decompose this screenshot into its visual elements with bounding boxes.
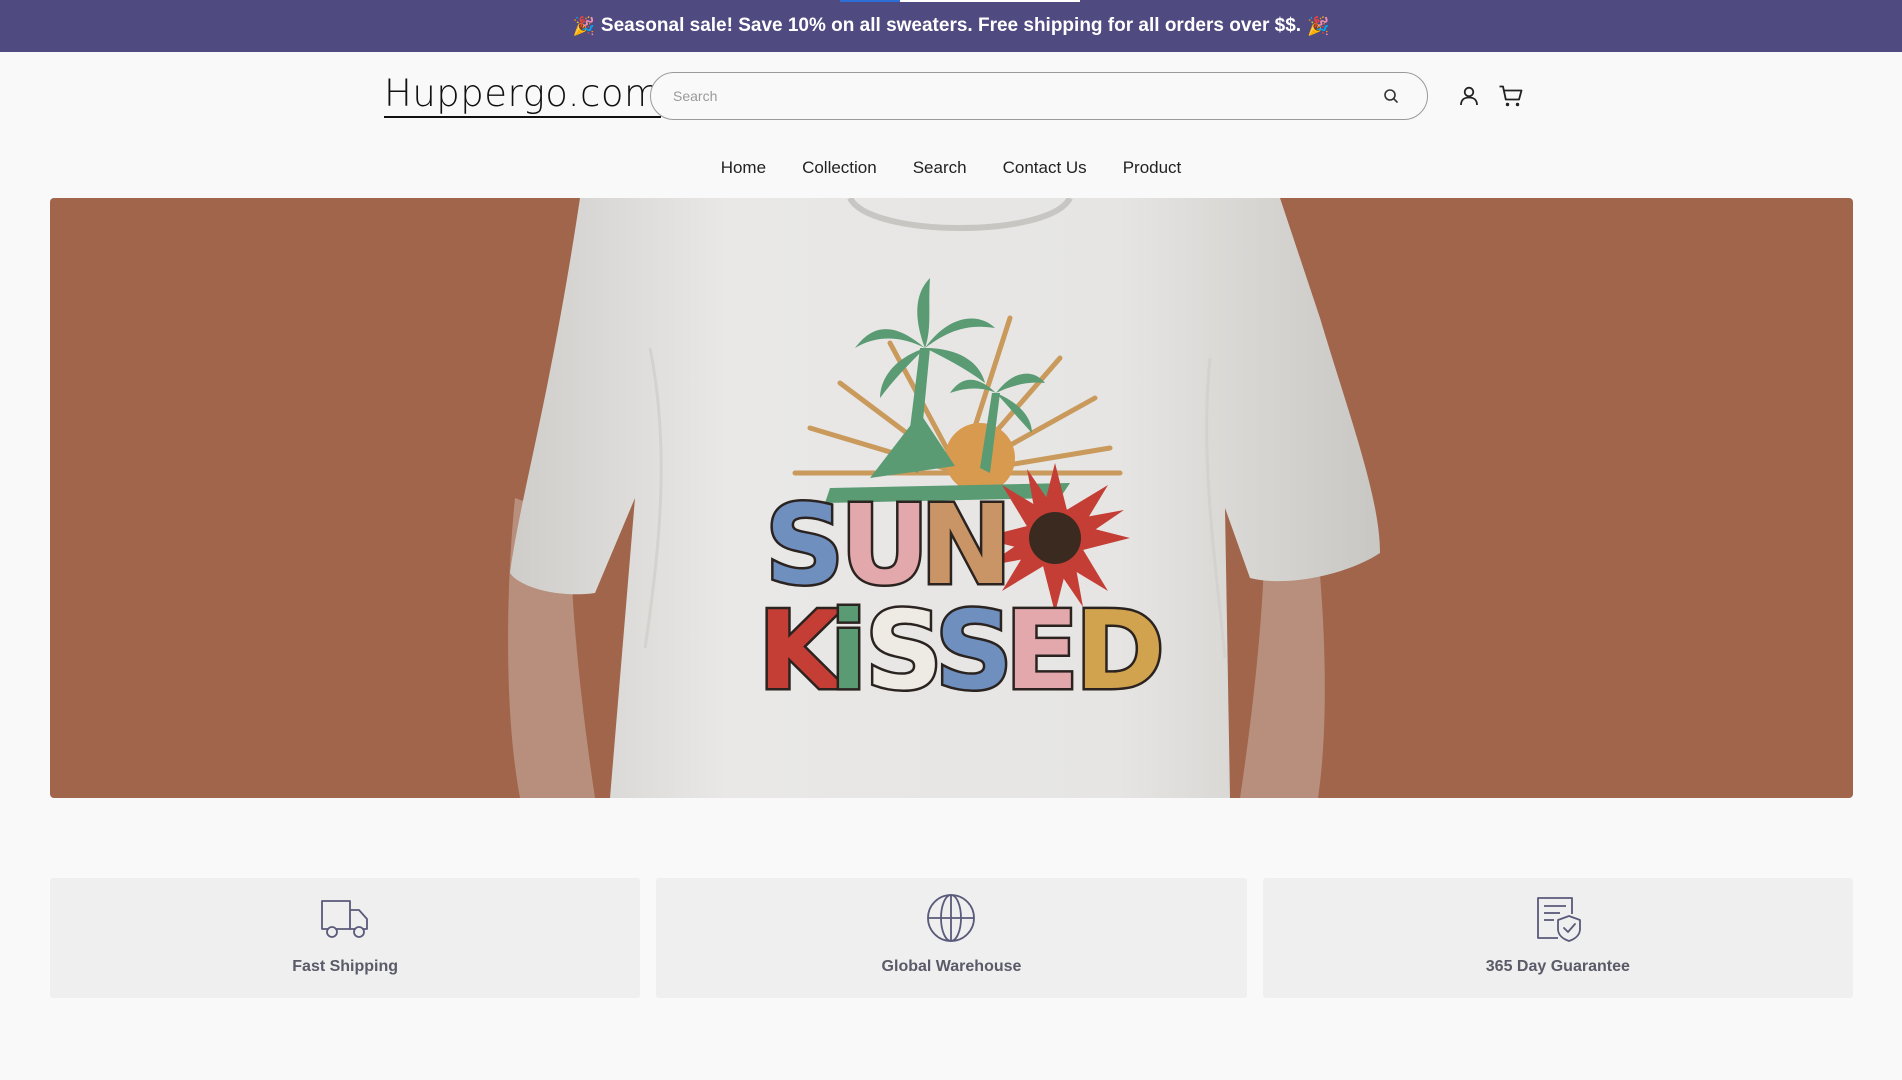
user-icon[interactable] xyxy=(1457,84,1481,108)
svg-text:E: E xyxy=(1005,589,1079,714)
feature-label: Fast Shipping xyxy=(292,958,399,975)
cart-icon[interactable] xyxy=(1498,84,1523,108)
feature-row: Fast Shipping Global Warehouse 365 Day G… xyxy=(50,878,1853,998)
announcement-text: Seasonal sale! Save 10% on all sweaters.… xyxy=(600,15,1302,36)
party-popper-icon: 🎉 xyxy=(572,15,595,36)
feature-label: Global Warehouse xyxy=(881,958,1022,975)
announcement-bar: 🎉 Seasonal sale! Save 10% on all sweater… xyxy=(0,0,1902,52)
svg-text:i: i xyxy=(830,589,867,714)
search-icon[interactable] xyxy=(1381,86,1401,106)
guarantee-badge-icon xyxy=(1536,897,1581,942)
feature-global-warehouse: Global Warehouse xyxy=(656,878,1247,998)
globe-icon xyxy=(927,894,976,942)
t-shirt-banner-image: S U N K i S S E D xyxy=(508,198,1380,798)
announcement-slide-progress-fill xyxy=(840,0,900,2)
nav-contact-us[interactable]: Contact Us xyxy=(1003,158,1087,178)
hero-banner[interactable]: S U N K i S S E D xyxy=(50,198,1853,798)
svg-text:D: D xyxy=(1075,589,1165,714)
site-logo[interactable]: Huppergo.com xyxy=(384,74,661,118)
svg-text:S: S xyxy=(935,589,1013,714)
party-popper-icon: 🎉 xyxy=(1307,15,1330,36)
feature-fast-shipping: Fast Shipping xyxy=(50,878,641,998)
announcement-slide-progress xyxy=(840,0,1080,2)
search-input[interactable] xyxy=(651,87,1381,105)
nav-collection[interactable]: Collection xyxy=(802,158,877,178)
nav-search[interactable]: Search xyxy=(913,158,967,178)
feature-label: 365 Day Guarantee xyxy=(1485,958,1630,975)
main-nav: Home Collection Search Contact Us Produc… xyxy=(0,158,1902,178)
nav-home[interactable]: Home xyxy=(721,158,766,178)
svg-text:S: S xyxy=(865,589,943,714)
search-bar[interactable] xyxy=(650,72,1428,120)
truck-icon xyxy=(321,900,369,938)
feature-365-day-guarantee: 365 Day Guarantee xyxy=(1262,878,1853,998)
nav-product[interactable]: Product xyxy=(1123,158,1182,178)
